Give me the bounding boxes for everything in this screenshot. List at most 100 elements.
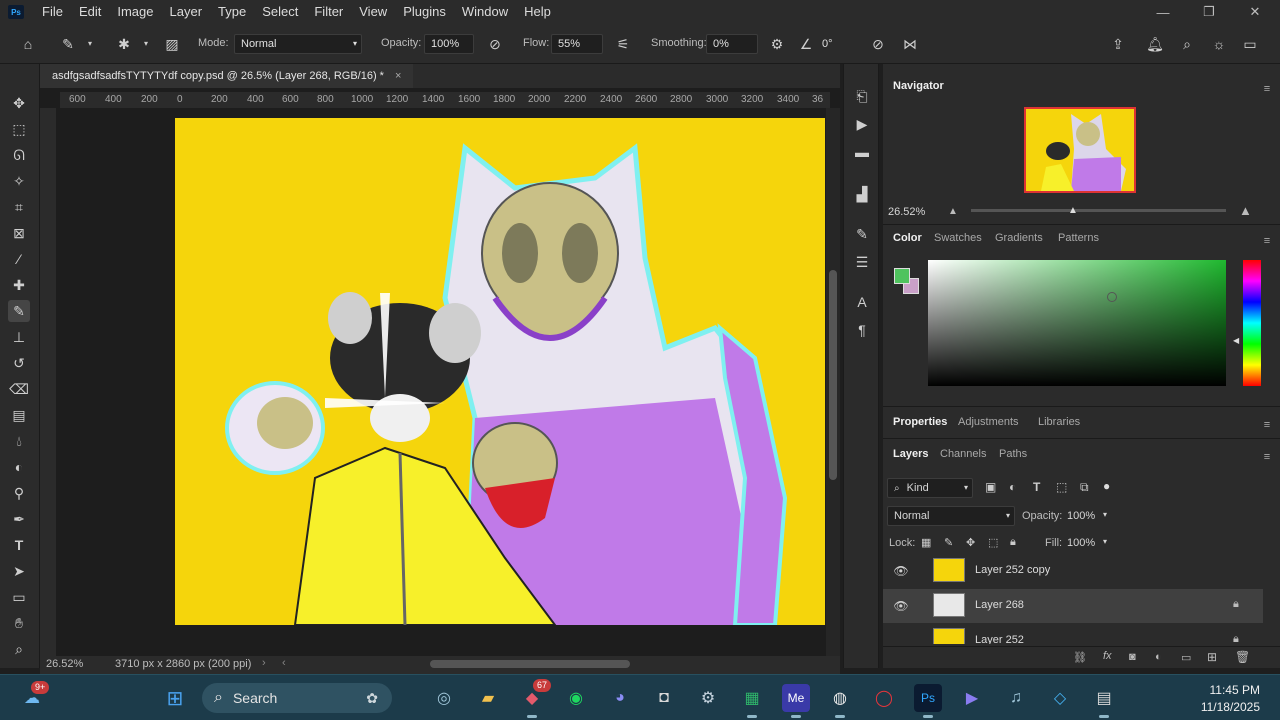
gear-icon[interactable]: ⚙ xyxy=(767,34,787,54)
lock-transparent-icon[interactable]: ▦ xyxy=(921,536,931,549)
hand-tool-icon[interactable]: ✋︎ xyxy=(8,612,30,634)
minimize-icon[interactable]: — xyxy=(1140,0,1186,24)
pen-tool-icon[interactable]: ✒ xyxy=(8,508,30,530)
menu-edit[interactable]: Edit xyxy=(71,0,109,24)
menu-image[interactable]: Image xyxy=(109,0,161,24)
eyedropper-tool-icon[interactable]: ⁄ xyxy=(8,248,30,270)
color-field[interactable] xyxy=(928,260,1226,386)
pressure-opacity-icon[interactable]: ⊘ xyxy=(485,34,505,54)
move-tool-icon[interactable]: ✥ xyxy=(8,92,30,114)
tab-layers[interactable]: Layers xyxy=(893,448,928,460)
smoothing-field[interactable]: 0% xyxy=(706,34,758,54)
menu-plugins[interactable]: Plugins xyxy=(395,0,454,24)
home-icon[interactable]: ⌂ xyxy=(18,34,38,54)
angle-field[interactable]: 0° xyxy=(815,34,857,54)
tab-swatches[interactable]: Swatches xyxy=(934,232,982,244)
comment-icon[interactable]: ▬ xyxy=(852,142,872,162)
photoshop-taskbar-icon[interactable]: Ps xyxy=(914,684,942,718)
excel-icon[interactable]: ▦ xyxy=(738,684,766,718)
brush-preset-icon[interactable]: ✱ xyxy=(114,34,134,54)
filter-adjustment-icon[interactable]: ◐ xyxy=(1009,480,1016,494)
history-brush-tool-icon[interactable]: ↺ xyxy=(8,352,30,374)
rectangle-tool-icon[interactable]: ▭ xyxy=(8,586,30,608)
chevron-down-icon[interactable]: ▾ xyxy=(80,34,100,54)
tab-gradients[interactable]: Gradients xyxy=(995,232,1043,244)
lasso-tool-icon[interactable]: ᘏ xyxy=(8,144,30,166)
menu-window[interactable]: Window xyxy=(454,0,516,24)
chrome-icon[interactable]: ◍ xyxy=(826,684,854,718)
color-picker-cursor[interactable] xyxy=(1107,292,1117,302)
dodge-tool-icon[interactable]: ◐ xyxy=(8,456,30,478)
audio-app-icon[interactable]: ♫ xyxy=(1002,684,1030,712)
eye-icon[interactable]: 👁︎ xyxy=(893,564,909,578)
tab-libraries[interactable]: Libraries xyxy=(1038,416,1080,428)
menu-file[interactable]: File xyxy=(34,0,71,24)
blend-mode-select[interactable]: Normal ▾ xyxy=(887,506,1015,526)
document-tab[interactable]: asdfgsadfsadfsTYTYTYdf copy.psd @ 26.5% … xyxy=(40,64,414,88)
layer-row[interactable]: 👁︎ Layer 252 copy xyxy=(883,554,1263,588)
healing-brush-tool-icon[interactable]: ✚ xyxy=(8,274,30,296)
canvas-artwork[interactable] xyxy=(175,118,825,625)
symmetry-icon[interactable]: ⋈ xyxy=(900,34,920,54)
path-selection-tool-icon[interactable]: ➤ xyxy=(8,560,30,582)
chevron-right-icon[interactable]: › xyxy=(262,657,266,669)
app-icon[interactable]: ▤ xyxy=(1090,684,1118,718)
frame-tool-icon[interactable]: ⊠ xyxy=(8,222,30,244)
navigator-preview[interactable] xyxy=(1024,107,1136,193)
tab-adjustments[interactable]: Adjustments xyxy=(958,416,1019,428)
trash-icon[interactable]: 🗑︎ xyxy=(1235,650,1250,664)
tab-properties[interactable]: Properties xyxy=(893,416,947,428)
windows-start-icon[interactable]: ⊞ xyxy=(161,684,189,712)
adjustments-sliders-icon[interactable]: ☰ xyxy=(852,252,872,272)
discord-icon[interactable]: ◕ xyxy=(606,684,634,712)
eraser-tool-icon[interactable]: ⌫ xyxy=(8,378,30,400)
character-icon[interactable]: A xyxy=(852,292,872,312)
layer-filter-select[interactable]: ⌕ Kind ▾ xyxy=(887,478,973,498)
play-icon[interactable]: ▶ xyxy=(852,114,872,134)
zoom-magnify-icon[interactable]: ⚲ xyxy=(8,482,30,504)
chevron-down-icon[interactable]: ▾ xyxy=(1103,537,1107,546)
mode-select[interactable]: Normal ▾ xyxy=(234,34,362,54)
brush-settings-icon[interactable]: ✎ xyxy=(852,224,872,244)
tab-color[interactable]: Color xyxy=(893,232,922,244)
eye-icon[interactable]: 👁︎ xyxy=(893,599,909,613)
layer-opacity-value[interactable]: 100% xyxy=(1067,510,1095,522)
scroll-thumb[interactable] xyxy=(829,270,837,480)
history-icon[interactable]: ⎗ xyxy=(852,86,872,106)
brush-tool-icon[interactable]: ✎ xyxy=(8,300,30,322)
menu-layer[interactable]: Layer xyxy=(162,0,211,24)
new-layer-icon[interactable]: ⊞ xyxy=(1207,650,1217,664)
link-layers-icon[interactable]: ⛓ xyxy=(1073,651,1087,664)
scroll-thumb[interactable] xyxy=(430,660,630,668)
spotify-icon[interactable]: ◉ xyxy=(562,684,590,712)
menu-help[interactable]: Help xyxy=(516,0,559,24)
close-tab-icon[interactable]: × xyxy=(395,70,401,82)
filter-shape-icon[interactable]: ⬚ xyxy=(1056,480,1067,494)
menu-select[interactable]: Select xyxy=(254,0,306,24)
navigator-zoom[interactable]: 26.52% xyxy=(888,206,925,218)
close-window-icon[interactable]: ✕ xyxy=(1232,0,1278,24)
bell-icon[interactable]: 🔔︎ xyxy=(1145,34,1165,54)
filter-toggle-icon[interactable]: ● xyxy=(1103,479,1110,493)
brush-settings-icon[interactable]: ▨ xyxy=(162,34,182,54)
navigator-zoom-slider[interactable] xyxy=(971,209,1226,212)
foreground-color-swatch[interactable] xyxy=(894,268,910,284)
add-mask-icon[interactable]: ◙ xyxy=(1129,651,1136,663)
flow-field[interactable]: 55% xyxy=(551,34,603,54)
hue-slider[interactable] xyxy=(1243,260,1261,386)
share-icon[interactable]: ⇪ xyxy=(1108,34,1128,54)
filter-type-icon[interactable]: T xyxy=(1033,480,1040,494)
restore-icon[interactable]: ❐ xyxy=(1186,0,1232,24)
lock-pixels-icon[interactable]: ✎ xyxy=(944,536,953,549)
type-tool-icon[interactable]: T xyxy=(8,534,30,556)
clock-time[interactable]: 11:45 PM xyxy=(1180,683,1260,697)
hue-slider-marker[interactable]: ◀ xyxy=(1233,336,1239,345)
tab-paths[interactable]: Paths xyxy=(999,448,1027,460)
navigator-tab[interactable]: Navigator xyxy=(893,80,944,92)
tab-patterns[interactable]: Patterns xyxy=(1058,232,1099,244)
layer-row[interactable]: 👁︎ Layer 268 🔒︎ xyxy=(883,589,1263,623)
vertical-scrollbar[interactable] xyxy=(826,108,840,656)
menu-view[interactable]: View xyxy=(351,0,395,24)
histogram-icon[interactable]: ▟ xyxy=(852,184,872,204)
app-icon[interactable]: ◇ xyxy=(1046,684,1074,712)
